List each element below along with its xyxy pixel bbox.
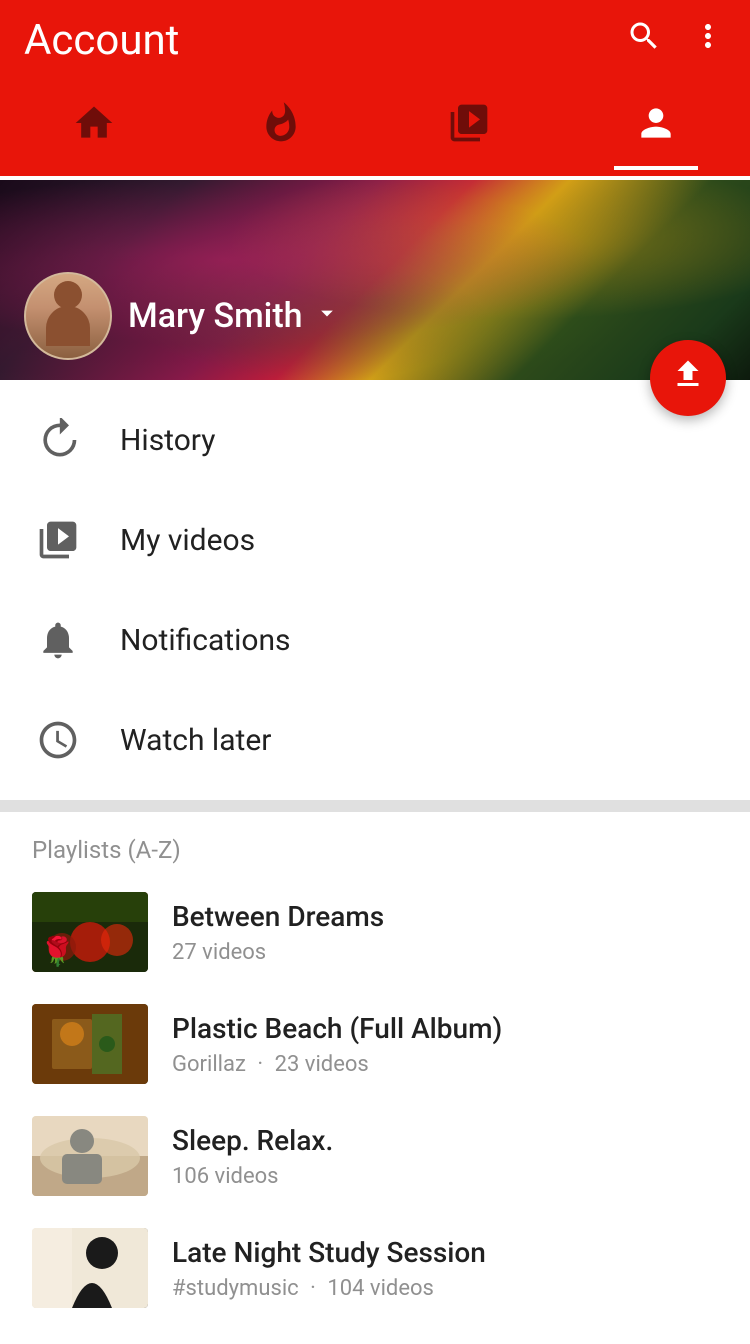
upload-icon [670,356,706,401]
watch-later-label: Watch later [120,723,271,758]
nav-item-trending[interactable] [239,91,323,166]
playlist-info-late-night: Late Night Study Session #studymusic · 1… [172,1235,718,1300]
nav-item-subscriptions[interactable] [427,91,511,166]
home-icon [72,101,116,156]
profile-name-row[interactable]: Mary Smith [128,296,341,336]
app-header: Account [0,0,750,80]
playlists-section: Playlists (A-Z) Between Dreams 27 videos [0,812,750,1344]
playlist-thumb-sleep-relax [32,1116,148,1196]
trending-icon [259,101,303,156]
playlist-item-sleep-relax[interactable]: Sleep. Relax. 106 videos [0,1100,750,1212]
search-icon[interactable] [626,18,662,63]
nav-item-account[interactable] [614,91,698,166]
playlist-item-late-night[interactable]: Late Night Study Session #studymusic · 1… [0,1212,750,1324]
avatar-silhouette [38,276,98,356]
profile-name: Mary Smith [128,296,303,336]
header-actions [626,18,726,63]
playlist-title-late-night: Late Night Study Session [172,1235,718,1271]
playlist-thumb-between-dreams [32,892,148,972]
account-icon [634,101,678,156]
history-icon [32,414,84,466]
playlist-meta-late-night: #studymusic · 104 videos [172,1276,718,1301]
playlist-info-sleep-relax: Sleep. Relax. 106 videos [172,1123,718,1188]
profile-dropdown-icon [313,299,341,334]
playlist-thumb-late-night [32,1228,148,1308]
menu-item-notifications[interactable]: Notifications [0,590,750,690]
menu-item-watch-later[interactable]: Watch later [0,690,750,790]
playlists-header: Playlists (A-Z) [0,812,750,876]
subscriptions-icon [447,101,491,156]
watch-later-icon [32,714,84,766]
history-label: History [120,423,215,458]
playlist-meta-sleep-relax: 106 videos [172,1164,718,1189]
section-divider [0,800,750,812]
menu-item-history[interactable]: History [0,390,750,490]
playlist-meta: 27 videos [172,940,718,965]
playlist-item-plastic-beach[interactable]: Plastic Beach (Full Album) Gorillaz · 23… [0,988,750,1100]
my-videos-icon [32,514,84,566]
playlist-info-plastic-beach: Plastic Beach (Full Album) Gorillaz · 23… [172,1011,718,1076]
playlist-title: Between Dreams [172,899,718,935]
profile-info: Mary Smith [24,272,341,360]
playlist-title-sleep-relax: Sleep. Relax. [172,1123,718,1159]
menu-item-my-videos[interactable]: My videos [0,490,750,590]
notifications-label: Notifications [120,623,291,658]
avatar[interactable] [24,272,112,360]
more-options-icon[interactable] [690,18,726,63]
bottom-nav [0,80,750,180]
nav-item-home[interactable] [52,91,136,166]
menu-list: History My videos Notifications Watch la… [0,380,750,800]
my-videos-label: My videos [120,523,255,558]
page-title: Account [24,16,179,65]
upload-fab[interactable] [650,340,726,416]
playlist-thumb-plastic-beach [32,1004,148,1084]
playlist-title-plastic-beach: Plastic Beach (Full Album) [172,1011,718,1047]
notifications-icon [32,614,84,666]
profile-banner: Mary Smith [0,180,750,380]
playlist-meta-plastic-beach: Gorillaz · 23 videos [172,1052,718,1077]
playlist-item-between-dreams[interactable]: Between Dreams 27 videos [0,876,750,988]
playlist-info-between-dreams: Between Dreams 27 videos [172,899,718,964]
